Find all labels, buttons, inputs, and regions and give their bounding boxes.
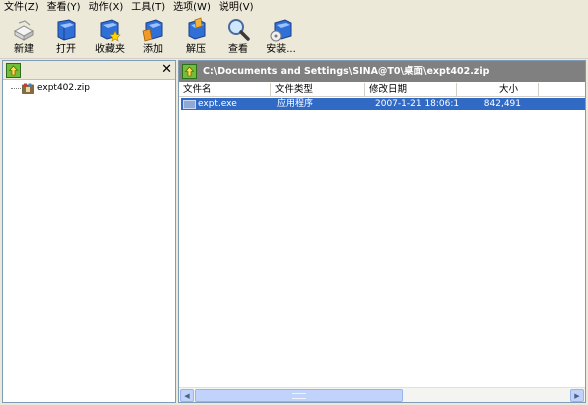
close-tree-button[interactable]: ✕	[161, 61, 172, 78]
menu-options[interactable]: 选项(W)	[173, 0, 211, 15]
path-up-button[interactable]	[182, 64, 197, 79]
tree-connector	[11, 88, 21, 89]
add-button-label: 添加	[143, 44, 163, 55]
new-button[interactable]: 新建	[4, 17, 44, 59]
file-list-pane: C:\Documents and Settings\SINA@T0\桌面\exp…	[178, 60, 586, 403]
view-button[interactable]: 查看	[218, 17, 258, 59]
menu-actions[interactable]: 动作(X)	[89, 0, 124, 15]
up-arrow-icon	[8, 65, 19, 76]
tree-up-button[interactable]	[6, 63, 21, 78]
tree-item-label: expt402.zip	[37, 83, 90, 93]
favorites-button[interactable]: 收藏夹	[90, 17, 130, 59]
current-path: C:\Documents and Settings\SINA@T0\桌面\exp…	[203, 66, 490, 77]
file-row-selected[interactable]: expt.exe 应用程序 2007-1-21 18:06:10 842,491	[181, 98, 585, 110]
open-button-label: 打开	[56, 44, 76, 55]
install-icon	[270, 19, 292, 42]
favorites-folder-icon	[100, 19, 121, 42]
view-button-label: 查看	[228, 44, 248, 55]
tree-item-archive[interactable]: expt402.zip	[11, 83, 90, 94]
column-header-date[interactable]: 修改日期	[365, 83, 457, 97]
favorites-button-label: 收藏夹	[95, 44, 125, 55]
open-folder-icon	[57, 19, 76, 41]
open-button[interactable]: 打开	[46, 17, 86, 59]
new-archive-icon	[13, 20, 35, 41]
file-type: 应用程序	[277, 99, 314, 109]
toolbar: 新建 打开 收藏夹 添加 解压 查看 安装...	[0, 15, 588, 59]
menu-help[interactable]: 说明(V)	[219, 0, 254, 15]
menu-bar: 文件(Z) 查看(Y) 动作(X) 工具(T) 选项(W) 说明(V)	[0, 0, 588, 15]
file-name: expt.exe	[198, 99, 237, 109]
file-name-cell: expt.exe	[181, 98, 273, 110]
up-arrow-icon	[184, 66, 195, 77]
column-header-name[interactable]: 文件名	[179, 83, 271, 97]
add-files-icon	[142, 19, 163, 42]
extract-button-label: 解压	[186, 44, 206, 55]
install-button-label: 安装...	[266, 44, 296, 55]
scroll-grip	[292, 393, 306, 399]
column-header-size[interactable]: 大小	[457, 83, 539, 97]
install-button[interactable]: 安装...	[261, 17, 301, 59]
scroll-right-button[interactable]: ▶	[570, 389, 584, 402]
path-bar: C:\Documents and Settings\SINA@T0\桌面\exp…	[179, 61, 585, 82]
tree-header: ✕	[3, 61, 175, 80]
scroll-thumb[interactable]	[195, 389, 403, 402]
extract-button[interactable]: 解压	[176, 17, 216, 59]
new-button-label: 新建	[14, 44, 34, 55]
menu-view[interactable]: 查看(Y)	[47, 0, 81, 15]
scroll-left-button[interactable]: ◀	[180, 389, 194, 402]
zip-archive-icon	[22, 83, 34, 94]
horizontal-scrollbar[interactable]: ◀ ▶	[179, 387, 585, 402]
menu-file[interactable]: 文件(Z)	[4, 0, 39, 15]
file-size: 842,491	[483, 99, 521, 109]
folder-tree-pane: ✕ expt402.zip	[2, 60, 176, 403]
add-button[interactable]: 添加	[133, 17, 173, 59]
column-header-row: 文件名 文件类型 修改日期 大小	[179, 83, 585, 97]
file-date: 2007-1-21 18:06:10	[375, 99, 459, 109]
menu-tools[interactable]: 工具(T)	[131, 0, 165, 15]
exe-file-icon	[183, 99, 196, 109]
column-header-type[interactable]: 文件类型	[271, 83, 365, 97]
magnifier-icon	[228, 19, 250, 41]
extract-icon	[188, 17, 206, 40]
